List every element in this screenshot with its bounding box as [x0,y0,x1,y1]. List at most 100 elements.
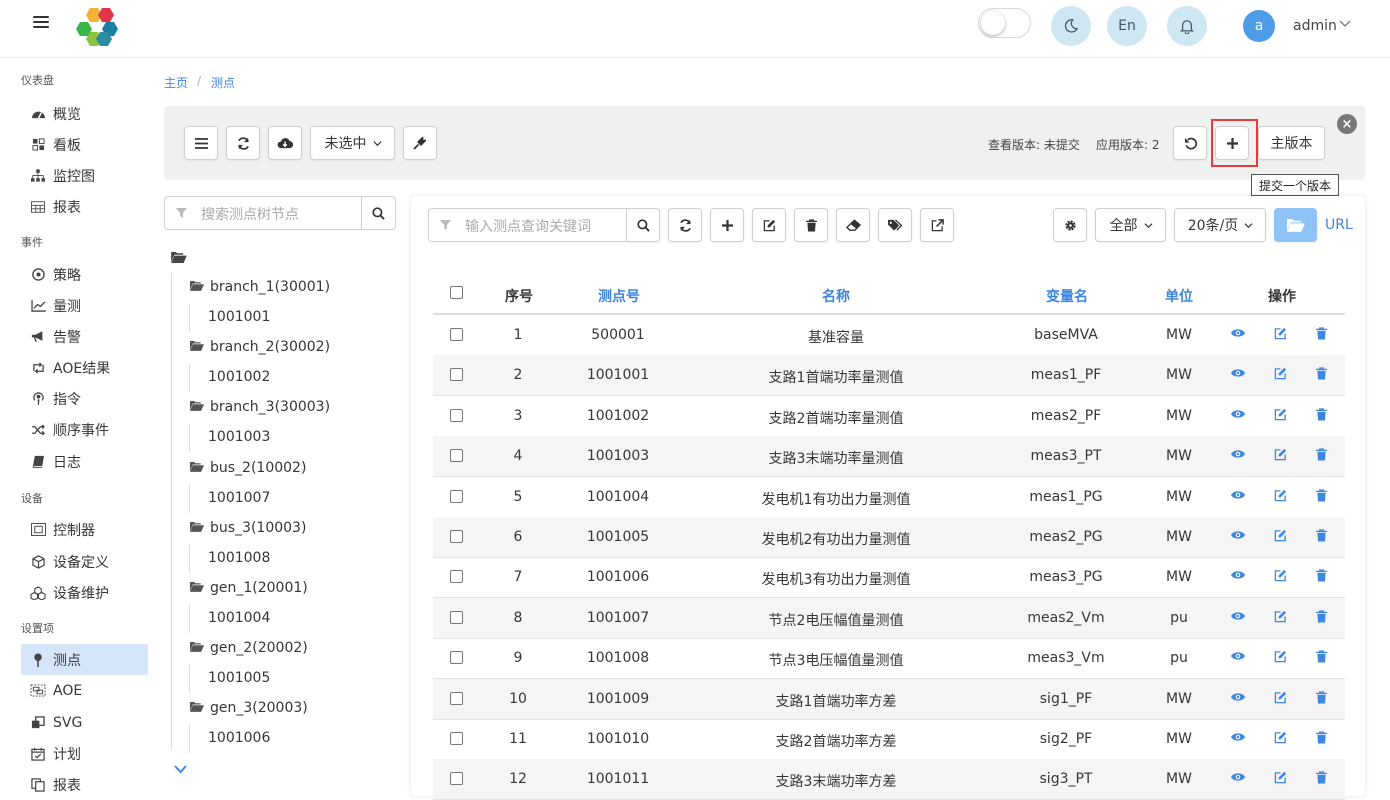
column-header-index[interactable]: 序号 [505,286,533,306]
table-row[interactable]: 4 1001003 支路3末端功率量测值 meas3_PT MW [433,436,1345,477]
trash-icon[interactable] [1316,529,1330,543]
tree-node[interactable]: bus_3(10003) [190,520,306,536]
tree-leaf[interactable]: 1001006 [208,730,270,746]
delete-button[interactable] [794,208,828,242]
trash-icon[interactable] [1316,771,1330,785]
tree-node[interactable]: gen_1(20001) [190,580,308,596]
eye-icon[interactable] [1231,610,1245,624]
sidebar-item-aoe-result[interactable]: AOE结果 [21,352,148,383]
selection-dropdown[interactable]: 未选中 [310,126,395,160]
settings-button[interactable] [1053,208,1087,242]
sidebar-item-sequence-event[interactable]: 顺序事件 [21,414,148,445]
chevron-down-icon[interactable] [173,764,188,775]
main-version-button[interactable]: 主版本 [1258,126,1325,160]
sidebar-item-board[interactable]: 看板 [21,129,148,160]
edit-icon[interactable] [1274,448,1288,462]
tree-leaf[interactable]: 1001004 [208,610,270,626]
eye-icon[interactable] [1231,731,1245,745]
row-checkbox[interactable] [450,530,463,543]
folder-open-icon[interactable] [171,251,187,263]
avatar[interactable]: a [1243,10,1275,42]
plug-button[interactable] [403,126,437,160]
sidebar-item-monitor[interactable]: 监控图 [21,160,148,191]
sidebar-item-plan[interactable]: 计划 [21,738,148,769]
edit-icon[interactable] [1274,529,1288,543]
open-folder-button[interactable] [1274,208,1317,242]
sidebar-item-controller[interactable]: 控制器 [21,514,148,545]
trash-icon[interactable] [1316,610,1330,624]
table-row[interactable]: 8 1001007 节点2电压幅值量测值 meas2_Vm pu [433,597,1345,638]
eye-icon[interactable] [1231,650,1245,664]
eye-icon[interactable] [1231,529,1245,543]
sidebar-item-report[interactable]: 报表 [21,191,148,222]
edit-icon[interactable] [1274,367,1288,381]
column-header-point-no[interactable]: 测点号 [598,286,640,306]
eraser-button[interactable] [836,208,870,242]
tree-node[interactable]: gen_2(20002) [190,640,308,656]
edit-icon[interactable] [1274,408,1288,422]
column-header-variable[interactable]: 变量名 [1046,286,1088,306]
table-row[interactable]: 10 1001009 支路1首端功率方差 sig1_PF MW [433,678,1345,719]
tree-node[interactable]: branch_1(30001) [190,279,330,295]
table-row[interactable]: 6 1001005 发电机2有功出力量测值 meas2_PG MW [433,517,1345,557]
tree-node[interactable]: branch_3(30003) [190,399,330,415]
tree-leaf[interactable]: 1001005 [208,670,270,686]
username[interactable]: admin [1293,18,1337,34]
trash-icon[interactable] [1316,367,1330,381]
sidebar-item-measure[interactable]: 量测 [21,290,148,321]
sidebar-item-strategy[interactable]: 策略 [21,259,148,290]
edit-icon[interactable] [1274,327,1288,341]
sidebar-item-aoe[interactable]: AOE [21,675,148,706]
table-refresh-button[interactable] [668,208,702,242]
tree-leaf[interactable]: 1001002 [208,369,270,385]
url-link[interactable]: URL [1325,217,1353,233]
edit-icon[interactable] [1274,569,1288,583]
row-checkbox[interactable] [450,610,463,624]
table-row[interactable]: 11 1001010 支路2首端功率方差 sig2_PF MW [433,719,1345,759]
breadcrumb-home[interactable]: 主页 [164,74,188,91]
row-checkbox[interactable] [450,651,463,665]
sidebar-item-report-settings[interactable]: 报表 [21,769,148,800]
tree-node[interactable]: bus_2(10002) [190,460,306,476]
sidebar-item-overview[interactable]: 概览 [21,98,148,129]
trash-icon[interactable] [1316,327,1330,341]
select-all-checkbox[interactable] [450,286,463,299]
table-row[interactable]: 1 500001 基准容量 baseMVA MW [433,315,1345,355]
table-search-input[interactable] [463,217,613,235]
trash-icon[interactable] [1316,448,1330,462]
sidebar-item-device-maint[interactable]: 设备维护 [21,577,148,608]
table-search-box[interactable] [428,208,627,242]
edit-icon[interactable] [1274,771,1288,785]
sidebar-item-alarm[interactable]: 告警 [21,321,148,352]
eye-icon[interactable] [1231,489,1245,503]
trash-icon[interactable] [1316,569,1330,583]
tree-node[interactable]: branch_2(30002) [190,339,330,355]
trash-icon[interactable] [1316,650,1330,664]
theme-toggle[interactable] [978,8,1031,38]
eye-icon[interactable] [1231,367,1245,381]
edit-icon[interactable] [1274,489,1288,503]
tags-button[interactable] [878,208,912,242]
cloud-download-button[interactable] [268,126,302,160]
eye-icon[interactable] [1231,691,1245,705]
edit-button[interactable] [752,208,786,242]
tree-search-box[interactable] [164,196,362,230]
list-button[interactable] [184,126,218,160]
row-checkbox[interactable] [450,732,463,745]
tree-leaf[interactable]: 1001008 [208,550,270,566]
eye-icon[interactable] [1231,448,1245,462]
table-row[interactable]: 7 1001006 发电机3有功出力量测值 meas3_PG MW [433,557,1345,597]
table-row[interactable]: 9 1001008 节点3电压幅值量测值 meas3_Vm pu [433,638,1345,678]
column-header-unit[interactable]: 单位 [1165,286,1193,306]
row-checkbox[interactable] [450,489,463,503]
tree-search-input[interactable] [199,205,349,223]
tree-leaf[interactable]: 1001001 [208,309,270,325]
trash-icon[interactable] [1316,408,1330,422]
table-search-button[interactable] [626,208,660,242]
edit-icon[interactable] [1274,731,1288,745]
row-checkbox[interactable] [450,408,463,422]
chevron-down-icon[interactable] [1338,16,1352,30]
trash-icon[interactable] [1316,731,1330,745]
edit-icon[interactable] [1274,691,1288,705]
close-icon[interactable]: × [1337,114,1357,134]
